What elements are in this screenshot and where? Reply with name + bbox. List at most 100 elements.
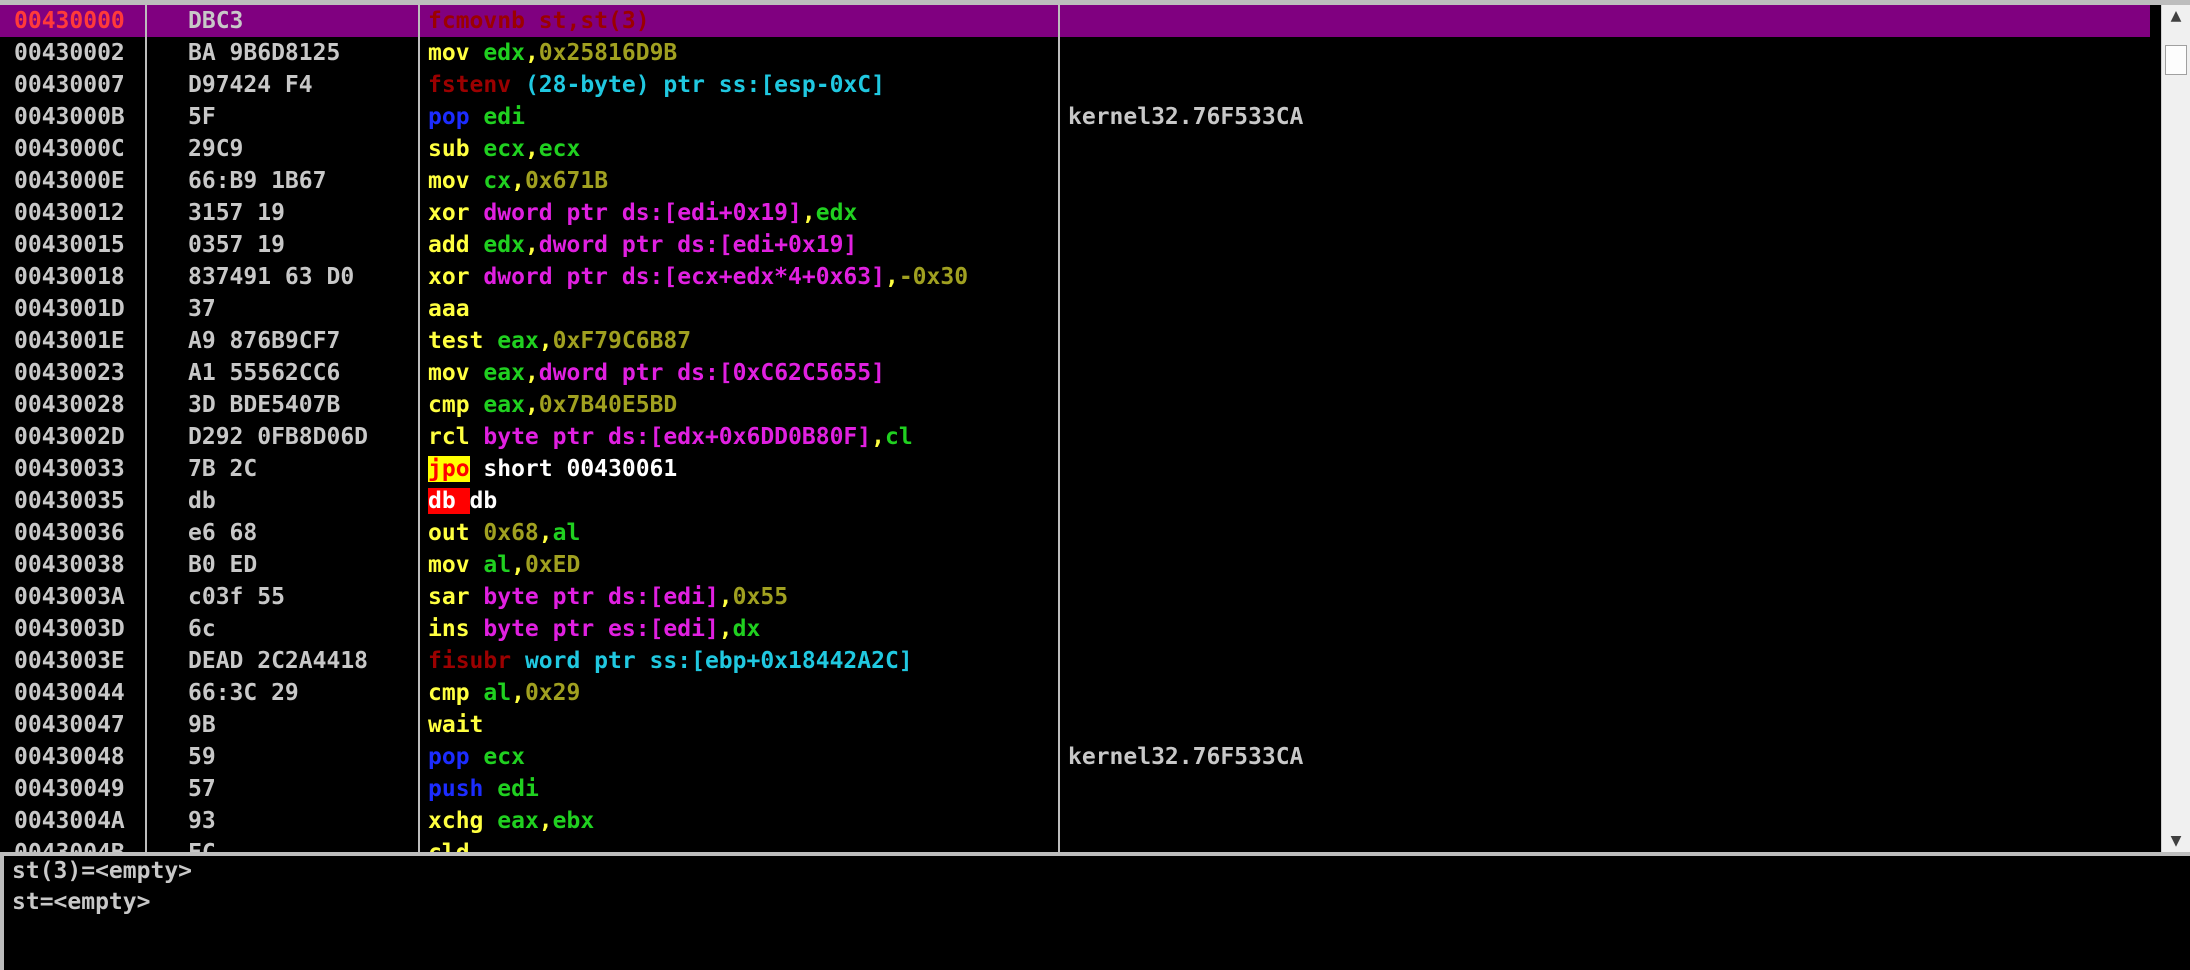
scroll-up-arrow-icon[interactable]: ▲ (2162, 5, 2190, 27)
instruction-token: mov (428, 168, 484, 194)
instruction-token: xor (428, 264, 484, 290)
disasm-row[interactable]: 00430000 DBC3 fcmovnb st,st(3) (0, 5, 2150, 37)
instruction-token: eax (483, 360, 525, 386)
disasm-row[interactable]: 00430033 7B 2C jpo short 00430061 (0, 453, 2150, 485)
address-cell: 00430033 (14, 456, 125, 482)
disasm-row[interactable]: 00430044 66:3C 29 cmp al,0x29 (0, 677, 2150, 709)
comment-cell: kernel32.76F533CA (1068, 104, 1304, 130)
address-cell: 00430048 (14, 744, 125, 770)
instruction-cell: mov edx,0x25816D9B (428, 37, 677, 69)
instruction-cell: jpo short 00430061 (428, 453, 677, 485)
address-cell: 0043003D (14, 616, 125, 642)
instruction-cell: db db (428, 485, 497, 517)
disasm-row[interactable]: 00430018 837491 63 D0 xor dword ptr ds:[ec… (0, 261, 2150, 293)
disasm-row[interactable]: 00430038 B0 ED mov al,0xED (0, 549, 2150, 581)
instruction-token: st (538, 8, 567, 34)
instruction-token: cmp (428, 680, 484, 706)
instruction-token: 0x55 (732, 584, 789, 610)
instruction-token: , (524, 136, 539, 162)
instruction-token: 0xED (524, 552, 581, 578)
instruction-cell: cmp al,0x29 (428, 677, 580, 709)
disasm-row[interactable]: 00430002 BA 9B6D8125 mov edx,0x25816D9B (0, 37, 2150, 69)
instruction-cell: out 0x68,al (428, 517, 580, 549)
disasm-row[interactable]: 00430028 3D BDE5407B cmp eax,0x7B40E5BD (0, 389, 2150, 421)
instruction-token: short 00430061 (469, 456, 678, 482)
instruction-token: edx (815, 200, 858, 226)
disasm-row[interactable]: 0043004A 93 xchg eax,ebx (0, 805, 2150, 837)
opcode-bytes-cell: D97424 F4 (188, 72, 313, 98)
disasm-row[interactable]: 0043000C 29C9 sub ecx,ecx (0, 133, 2150, 165)
instruction-token: dx (732, 616, 761, 642)
address-cell: 00430000 (4, 5, 135, 37)
disasm-row[interactable]: 0043000E 66:B9 1B67 mov cx,0x671B (0, 165, 2150, 197)
instruction-token: wait (428, 712, 484, 738)
opcode-bytes-cell: 37 (188, 296, 216, 322)
disassembly-pane[interactable]: 00430000 DBC3 fcmovnb st,st(3) 00430002 BA 9… (0, 0, 2190, 852)
opcode-bytes-cell: 59 (188, 744, 216, 770)
disasm-row[interactable]: 00430048 59 pop ecx kernel32.76F533CA (0, 741, 2150, 773)
instruction-token: edx (483, 232, 525, 258)
instruction-token: cld (428, 840, 470, 852)
scroll-down-arrow-icon[interactable]: ▼ (2162, 830, 2190, 852)
instruction-token: al (552, 520, 581, 546)
disasm-row[interactable]: 0043003D 6c ins byte ptr es:[edi],dx (0, 613, 2150, 645)
instruction-token: -0x30 (898, 264, 969, 290)
disasm-row[interactable]: 00430047 9B wait (0, 709, 2150, 741)
scroll-thumb[interactable] (2165, 45, 2187, 75)
disasm-row[interactable]: 0043001E A9 876B9CF7 test eax,0xF79C6B87 (0, 325, 2150, 357)
column-divider[interactable] (1058, 5, 1060, 852)
address-cell: 00430007 (14, 72, 125, 98)
opcode-bytes-cell: 9B (188, 712, 216, 738)
vertical-scrollbar[interactable]: ▲ ▼ (2161, 5, 2190, 852)
opcode-bytes-cell: 0357 19 (188, 232, 285, 258)
instruction-cell: cld (428, 837, 470, 852)
address-cell: 0043003E (14, 648, 125, 674)
disasm-row[interactable]: 0043003A c03f 55 sar byte ptr ds:[edi],0x5… (0, 581, 2150, 613)
address-cell: 0043004B (14, 837, 125, 852)
instruction-token: pop (428, 104, 484, 130)
disasm-row[interactable]: 00430036 e6 68 out 0x68,al (0, 517, 2150, 549)
opcode-bytes-cell: 5F (188, 104, 216, 130)
opcode-bytes-cell: A1 55562CC6 (188, 360, 341, 386)
opcode-bytes-cell: 837491 63 D0 (188, 264, 355, 290)
instruction-token: ebx (552, 808, 595, 834)
address-cell: 00430044 (14, 680, 125, 706)
instruction-token: byte ptr ds:[edi] (483, 584, 719, 610)
disasm-row[interactable]: 0043000B 5F pop edi kernel32.76F533CA (0, 101, 2150, 133)
disasm-row[interactable]: 00430007 D97424 F4 fstenv (28-byte) ptr ss… (0, 69, 2150, 101)
opcode-bytes-cell: e6 68 (188, 520, 258, 546)
instruction-token: sub (428, 136, 484, 162)
instruction-cell: fcmovnb st,st(3) (428, 5, 650, 37)
disasm-row[interactable]: 00430049 57 push edi (0, 773, 2150, 805)
instruction-token: eax (483, 392, 525, 418)
disasm-row[interactable]: 0043001D 37 aaa (0, 293, 2150, 325)
column-divider[interactable] (418, 5, 420, 852)
column-divider[interactable] (145, 5, 147, 852)
disasm-row[interactable]: 00430015 0357 19 add edx,dword ptr ds:[edi… (0, 229, 2150, 261)
info-pane[interactable]: st(3)=<empty> st=<empty> (0, 852, 2190, 970)
instruction-token: fisubr (428, 648, 525, 674)
instruction-token: push (428, 776, 498, 802)
instruction-token: , (871, 424, 885, 450)
instruction-token: xchg (428, 808, 498, 834)
address-cell: 00430018 (14, 264, 125, 290)
instruction-cell: wait (428, 709, 483, 741)
instruction-token: , (511, 168, 525, 194)
instruction-token: , (718, 584, 733, 610)
instruction-token: , (801, 200, 816, 226)
instruction-token: edi (483, 104, 525, 130)
disasm-row[interactable]: 00430035 db db db (0, 485, 2150, 517)
disasm-row[interactable]: 00430012 3157 19 xor dword ptr ds:[edi+0x1… (0, 197, 2150, 229)
address-cell: 00430035 (14, 488, 125, 514)
instruction-token: out (428, 520, 484, 546)
instruction-token: dword ptr ds:[0xC62C5655] (538, 360, 885, 386)
instruction-token: 0x68 (483, 520, 539, 546)
instruction-token: 0x25816D9B (538, 40, 678, 66)
instruction-token: byte ptr ds:[edx+0x6DD0B80F] (483, 424, 872, 450)
disasm-row[interactable]: 00430023 A1 55562CC6 mov eax,dword ptr ds:… (0, 357, 2150, 389)
disasm-row[interactable]: 0043004B FC cld (0, 837, 2150, 852)
disasm-row[interactable]: 0043003E DEAD 2C2A4418 fisubr word ptr ss:… (0, 645, 2150, 677)
disasm-row[interactable]: 0043002D D292 0FB8D06D rcl byte ptr ds:[ed… (0, 421, 2150, 453)
opcode-bytes-cell: B0 ED (188, 552, 258, 578)
instruction-cell: rcl byte ptr ds:[edx+0x6DD0B80F],cl (428, 421, 913, 453)
